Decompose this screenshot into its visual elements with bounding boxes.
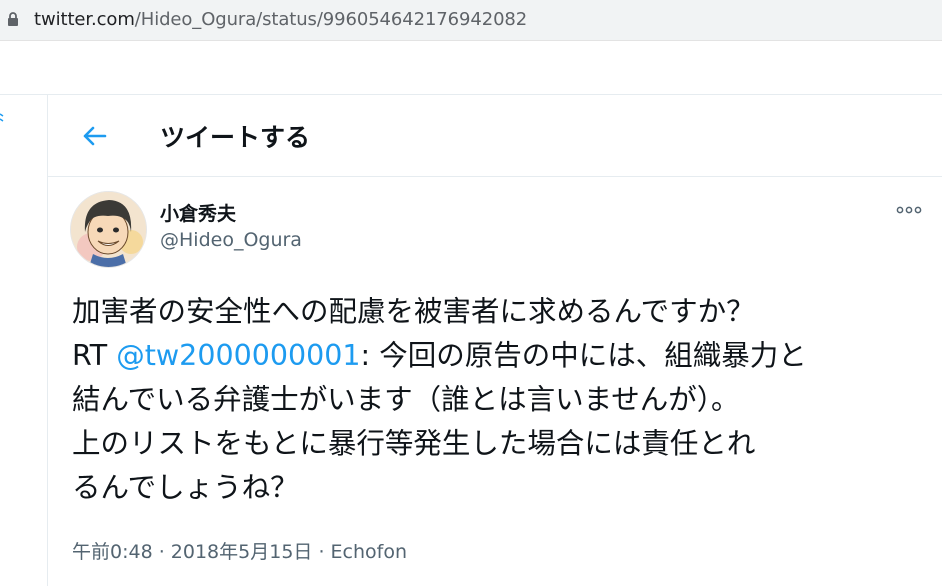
tweet-line: 結んでいる弁護士がいます（誰とは言いませんが）。 [72, 383, 740, 416]
sidebar-partial-icon [0, 113, 4, 122]
more-options-button[interactable] [894, 198, 924, 222]
header-divider [48, 176, 942, 177]
author-handle[interactable]: @Hideo_Ogura [160, 229, 302, 251]
tweet-source[interactable]: Echofon [331, 541, 407, 563]
tweet-line-text: 今回の原告の中には、組織暴力と [379, 339, 807, 372]
url-path: /Hideo_Ogura/status/996054642176942082 [134, 9, 528, 30]
meta-separator: · [152, 541, 171, 563]
mention-link[interactable]: @tw2000000001 [116, 339, 360, 372]
top-divider [0, 94, 942, 95]
tweet-line: RT @tw2000000001: 今回の原告の中には、組織暴力と [72, 334, 942, 378]
tweet-line: 加害者の安全性への配慮を被害者に求めるんですか？ [72, 295, 755, 328]
mention-suffix: : [360, 339, 380, 372]
meta-separator: · [312, 541, 331, 563]
tweet-line: 上のリストをもとに暴行等発生した場合には責任とれ [72, 427, 756, 460]
address-bar[interactable]: twitter.com/Hideo_Ogura/status/996054642… [0, 0, 942, 41]
tweet-text: 加害者の安全性への配慮を被害者に求めるんですか？ RT @tw200000000… [72, 290, 942, 510]
url-domain: twitter.com [34, 9, 135, 30]
back-arrow-icon [83, 126, 107, 146]
back-button[interactable] [74, 116, 114, 156]
tweet-line: るんでしょうね？ [72, 471, 299, 504]
more-options-icon [896, 206, 922, 214]
author-name[interactable]: 小倉秀夫 [160, 199, 236, 226]
rt-prefix: RT [72, 339, 117, 372]
tweet-time[interactable]: 午前0:48 [72, 541, 153, 563]
avatar-illustration [71, 192, 146, 267]
tweet-meta: 午前0:48 · 2018年5月15日 · Echofon [72, 537, 407, 564]
avatar[interactable] [70, 191, 147, 268]
lock-icon [8, 12, 18, 26]
sidebar-divider [47, 95, 48, 586]
tweet-date[interactable]: 2018年5月15日 [171, 541, 313, 563]
url-text[interactable]: twitter.com/Hideo_Ogura/status/996054642… [34, 9, 527, 30]
page-title: ツイートする [160, 123, 311, 152]
